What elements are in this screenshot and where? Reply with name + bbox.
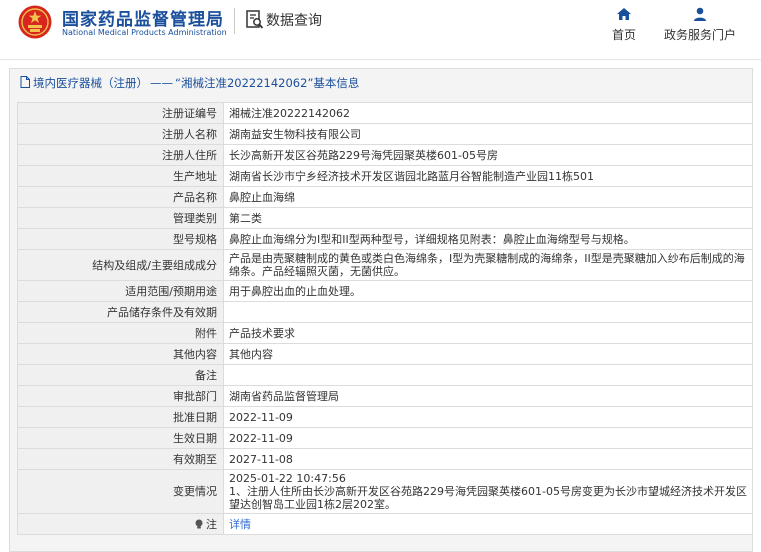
- nav-home-button[interactable]: 首页: [609, 6, 639, 43]
- table-row: 审批部门 湖南省药品监督管理局: [17, 385, 753, 407]
- field-value: 用于鼻腔出血的止血处理。: [223, 280, 753, 302]
- detail-panel: 境内医疗器械（注册） —— “湘械注准20222142062”基本信息 注册证编号湘…: [9, 68, 753, 552]
- table-row: 附件 产品技术要求: [17, 322, 753, 344]
- org-name-en: National Medical Products Administration: [62, 28, 227, 37]
- field-value: 其他内容: [223, 343, 753, 365]
- field-label: 审批部门: [17, 385, 224, 407]
- field-label: 产品名称: [17, 186, 224, 208]
- field-label: 注册人名称: [17, 123, 224, 145]
- org-name-cn: 国家药品监督管理局: [62, 10, 224, 30]
- breadcrumb: 境内医疗器械（注册） —— “湘械注准20222142062”基本信息: [20, 75, 359, 91]
- table-row: 有效期至 2027-11-08: [17, 448, 753, 470]
- field-label: 变更情况: [17, 469, 224, 514]
- table-row: 注册人名称 湖南益安生物科技有限公司: [17, 123, 753, 145]
- field-value: 鼻腔止血海绵: [223, 186, 753, 208]
- field-label: 结构及组成/主要组成成分: [17, 249, 224, 281]
- header-divider: [234, 8, 235, 34]
- home-icon: [617, 8, 631, 20]
- field-value: 第二类: [223, 207, 753, 229]
- nav-portal-label: 政务服务门户: [663, 28, 736, 42]
- table-row: 注 详情: [17, 513, 753, 535]
- page-title: 数据查询: [266, 13, 322, 29]
- field-value: 湘械注准20222142062: [223, 102, 753, 124]
- nav-portal-button[interactable]: 政务服务门户: [658, 6, 742, 43]
- field-value: 湖南省长沙市宁乡经济技术开发区谐园北路蓝月谷智能制造产业园11栋501: [223, 165, 753, 187]
- field-value: 2022-11-09: [223, 406, 753, 428]
- field-value: 长沙高新开发区谷苑路229号海凭园聚英楼601-05号房: [223, 144, 753, 166]
- field-value: 鼻腔止血海绵分为I型和II型两种型号，详细规格见附表：鼻腔止血海绵型号与规格。: [223, 228, 753, 250]
- field-label: 批准日期: [17, 406, 224, 428]
- table-row: 管理类别 第二类: [17, 207, 753, 229]
- table-row: 生效日期 2022-11-09: [17, 427, 753, 449]
- table-row: 产品储存条件及有效期: [17, 301, 753, 323]
- field-value: [223, 301, 753, 323]
- data-query-icon: [246, 10, 264, 29]
- document-icon: [20, 76, 30, 88]
- table-row: 其他内容 其他内容: [17, 343, 753, 365]
- field-label: 管理类别: [17, 207, 224, 229]
- field-value: 产品技术要求: [223, 322, 753, 344]
- table-row: 批准日期 2022-11-09: [17, 406, 753, 428]
- field-value: 产品是由壳聚糖制成的黄色或类白色海绵条，I型为壳聚糖制成的海绵条，II型是壳聚糖…: [223, 249, 753, 281]
- breadcrumb-category-link[interactable]: 境内医疗器械（注册）: [33, 76, 148, 90]
- field-label: 产品储存条件及有效期: [17, 301, 224, 323]
- table-row: 变更情况 2025-01-22 10:47:56 1、注册人住所由长沙高新开发区谷…: [17, 469, 753, 514]
- field-label: 适用范围/预期用途: [17, 280, 224, 302]
- breadcrumb-separator: ——: [150, 76, 173, 90]
- table-row: 产品名称 鼻腔止血海绵: [17, 186, 753, 208]
- field-label: 注册人住所: [17, 144, 224, 166]
- table-row: 适用范围/预期用途 用于鼻腔出血的止血处理。: [17, 280, 753, 302]
- site-header: 国家药品监督管理局 National Medical Products Admi…: [0, 0, 761, 60]
- field-label: 备注: [17, 364, 224, 386]
- breadcrumb-title: “湘械注准20222142062”基本信息: [175, 76, 360, 90]
- basic-info-table: 注册证编号 湘械注准20222142062 注册人名称 湖南益安生物科技有限公司 注…: [17, 102, 753, 535]
- field-label: 注册证编号: [17, 102, 224, 124]
- field-label: 生效日期: [17, 427, 224, 449]
- field-value: 湖南益安生物科技有限公司: [223, 123, 753, 145]
- field-label: 生产地址: [17, 165, 224, 187]
- field-label: 有效期至: [17, 448, 224, 470]
- field-value: 2022-11-09: [223, 427, 753, 449]
- field-value: 2027-11-08: [223, 448, 753, 470]
- nav-home-label: 首页: [611, 28, 636, 42]
- national-emblem-icon: [18, 5, 52, 39]
- user-icon: [694, 7, 706, 21]
- field-label: 型号规格: [17, 228, 224, 250]
- field-label: 附件: [17, 322, 224, 344]
- table-row: 结构及组成/主要组成成分 产品是由壳聚糖制成的黄色或类白色海绵条，I型为壳聚糖制成…: [17, 249, 753, 281]
- table-row: 注册证编号 湘械注准20222142062: [17, 102, 753, 124]
- note-label-cell: 注: [17, 513, 224, 535]
- note-bulb-icon: [195, 519, 203, 528]
- field-label: 其他内容: [17, 343, 224, 365]
- table-row: 备注: [17, 364, 753, 386]
- table-row: 型号规格 鼻腔止血海绵分为I型和II型两种型号，详细规格见附表：鼻腔止血海绵型号与…: [17, 228, 753, 250]
- details-link[interactable]: 详情: [229, 518, 251, 531]
- table-row: 生产地址 湖南省长沙市宁乡经济技术开发区谐园北路蓝月谷智能制造产业园11栋501: [17, 165, 753, 187]
- field-label: 注: [206, 517, 217, 531]
- field-value: [223, 364, 753, 386]
- field-value: 湖南省药品监督管理局: [223, 385, 753, 407]
- table-row: 注册人住所 长沙高新开发区谷苑路229号海凭园聚英楼601-05号房: [17, 144, 753, 166]
- field-value: 2025-01-22 10:47:56 1、注册人住所由长沙高新开发区谷苑路22…: [223, 469, 753, 514]
